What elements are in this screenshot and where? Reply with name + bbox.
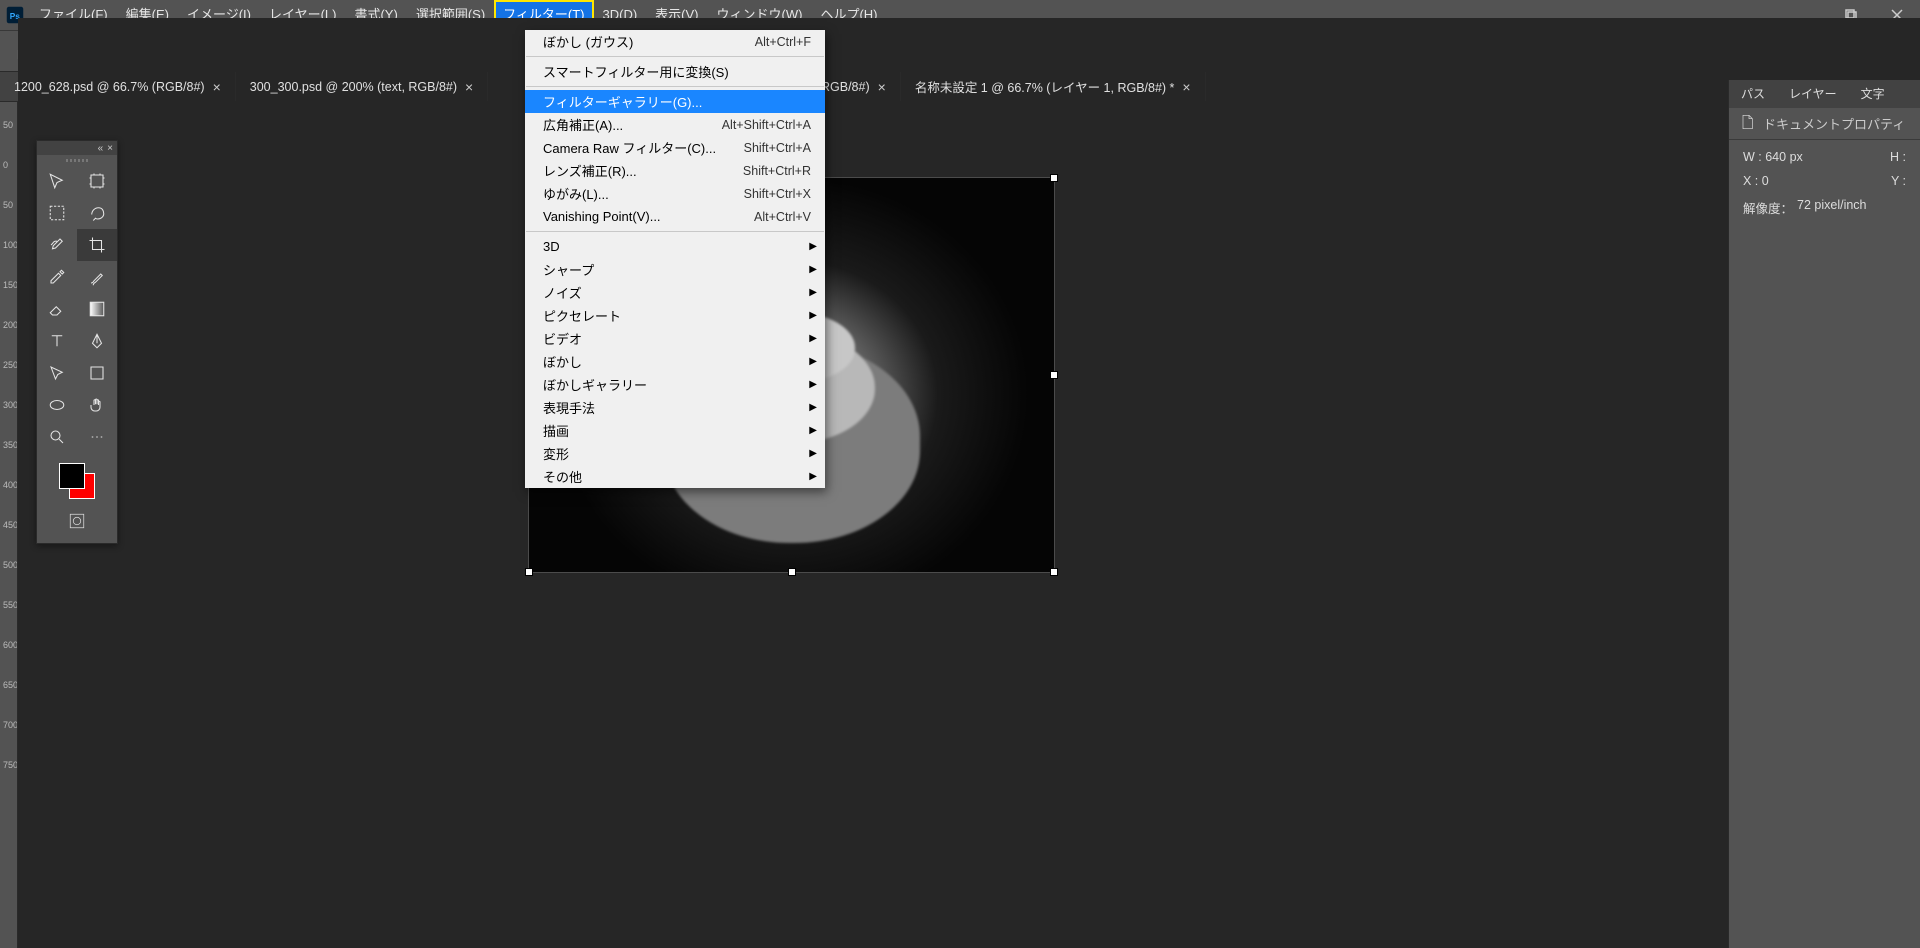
move-tool[interactable] — [37, 165, 77, 197]
submenu-arrow-icon: ▶ — [809, 333, 817, 344]
filter-menu-item[interactable]: ぼかしギャラリー▶ — [525, 373, 825, 396]
quick-mask-button[interactable] — [57, 505, 98, 537]
type-tool[interactable] — [37, 325, 77, 357]
edit-toolbar[interactable] — [77, 421, 117, 453]
resolution-value: 72 pixel/inch — [1797, 198, 1867, 217]
canvas-area[interactable] — [18, 18, 1920, 948]
gradient-tool[interactable] — [77, 293, 117, 325]
filter-menu-item[interactable]: ノイズ▶ — [525, 281, 825, 304]
w-label: W : — [1743, 150, 1762, 164]
w-value: 640 px — [1765, 150, 1803, 164]
filter-menu-item[interactable]: Vanishing Point(V)...Alt+Ctrl+V — [525, 205, 825, 228]
tools-collapse-button[interactable]: « — [98, 143, 104, 154]
filter-menu-item[interactable]: ゆがみ(L)...Shift+Ctrl+X — [525, 182, 825, 205]
submenu-arrow-icon: ▶ — [809, 425, 817, 436]
panel-tab-layer[interactable]: レイヤー — [1777, 80, 1849, 108]
submenu-arrow-icon: ▶ — [809, 310, 817, 321]
filter-menu-item[interactable]: レンズ補正(R)...Shift+Ctrl+R — [525, 159, 825, 182]
filter-menu-item[interactable]: ピクセレート▶ — [525, 304, 825, 327]
submenu-arrow-icon: ▶ — [809, 356, 817, 367]
submenu-arrow-icon: ▶ — [809, 471, 817, 482]
panel-title-row: ドキュメントプロパティ — [1729, 108, 1920, 140]
filter-menu-dropdown: ぼかし (ガウス)Alt+Ctrl+F スマートフィルター用に変換(S) フィルター… — [525, 30, 825, 488]
filter-menu-item[interactable]: 表現手法▶ — [525, 396, 825, 419]
filter-menu-item[interactable]: 3D▶ — [525, 235, 825, 258]
filter-menu-item[interactable]: 変形▶ — [525, 442, 825, 465]
workspace: 6005505004504003503002502001501005005085… — [0, 102, 1920, 948]
panel-tab-path[interactable]: パス — [1729, 80, 1777, 108]
filter-menu-item[interactable]: ビデオ▶ — [525, 327, 825, 350]
foreground-color-swatch[interactable] — [59, 463, 85, 489]
filter-menu-item[interactable]: 描画▶ — [525, 419, 825, 442]
submenu-arrow-icon: ▶ — [809, 264, 817, 275]
x-label: X : — [1743, 174, 1758, 188]
artboard-tool[interactable] — [77, 165, 117, 197]
close-tab-icon[interactable]: × — [213, 79, 221, 95]
tools-close-button[interactable]: × — [107, 143, 113, 154]
hand-tool[interactable] — [77, 389, 117, 421]
pen-tool[interactable] — [77, 325, 117, 357]
close-tab-icon[interactable]: × — [878, 79, 886, 95]
document-tab-3[interactable]: 名称未設定 1 @ 66.7% (レイヤー 1, RGB/8#) *× — [901, 72, 1206, 101]
filter-menu-item[interactable]: ぼかし (ガウス)Alt+Ctrl+F — [525, 30, 825, 53]
marquee-tool[interactable] — [37, 197, 77, 229]
document-tab-1[interactable]: 300_300.psd @ 200% (text, RGB/8#)× — [236, 72, 488, 101]
submenu-arrow-icon: ▶ — [809, 241, 817, 252]
lasso-tool[interactable] — [77, 197, 117, 229]
ellipse-tool[interactable] — [37, 389, 77, 421]
close-tab-icon[interactable]: × — [1182, 79, 1190, 95]
h-label: H : — [1890, 150, 1906, 164]
brush-tool[interactable] — [77, 261, 117, 293]
eyedropper-tool[interactable] — [37, 261, 77, 293]
submenu-arrow-icon: ▶ — [809, 402, 817, 413]
submenu-arrow-icon: ▶ — [809, 448, 817, 459]
x-value: 0 — [1762, 174, 1769, 188]
panel-title: ドキュメントプロパティ — [1763, 114, 1905, 133]
panel-tab-char[interactable]: 文字 — [1849, 80, 1897, 108]
crop-tool[interactable] — [77, 229, 117, 261]
close-tab-icon[interactable]: × — [465, 79, 473, 95]
filter-menu-item[interactable]: Camera Raw フィルター(C)...Shift+Ctrl+A — [525, 136, 825, 159]
document-icon — [1739, 114, 1755, 133]
zoom-tool[interactable] — [37, 421, 77, 453]
rectangle-tool[interactable] — [77, 357, 117, 389]
panel-tabs: パス レイヤー 文字 — [1729, 80, 1920, 108]
color-swatch[interactable] — [57, 461, 97, 501]
path-select-tool[interactable] — [37, 357, 77, 389]
y-label: Y : — [1891, 174, 1906, 188]
filter-menu-item[interactable]: シャープ▶ — [525, 258, 825, 281]
properties-panel: パス レイヤー 文字 ドキュメントプロパティ W : 640 px H : X … — [1728, 80, 1920, 948]
eraser-tool[interactable] — [37, 293, 77, 325]
resolution-label: 解像度： — [1743, 198, 1793, 217]
filter-menu-item[interactable]: スマートフィルター用に変換(S) — [525, 60, 825, 83]
filter-menu-item[interactable]: フィルターギャラリー(G)... — [525, 90, 825, 113]
filter-menu-item[interactable]: 広角補正(A)...Alt+Shift+Ctrl+A — [525, 113, 825, 136]
tools-grip[interactable] — [37, 155, 117, 165]
tools-panel: « × — [36, 140, 118, 544]
ruler-vertical: 5005010015020025030035040045050055060065… — [0, 102, 18, 948]
quick-select-tool[interactable] — [37, 229, 77, 261]
document-tab-0[interactable]: 1200_628.psd @ 66.7% (RGB/8#)× — [0, 72, 236, 101]
filter-menu-item[interactable]: その他▶ — [525, 465, 825, 488]
submenu-arrow-icon: ▶ — [809, 379, 817, 390]
submenu-arrow-icon: ▶ — [809, 287, 817, 298]
filter-menu-item[interactable]: ぼかし▶ — [525, 350, 825, 373]
